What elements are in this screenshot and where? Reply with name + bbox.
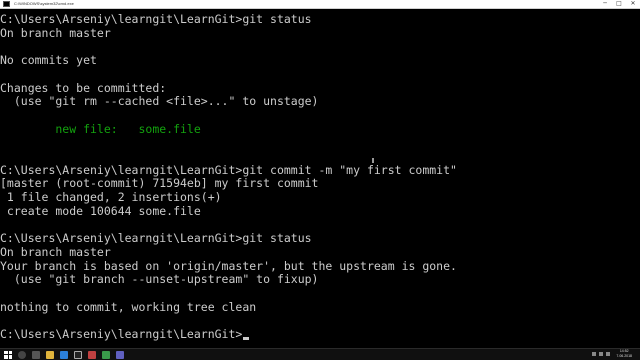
- console-line: On branch master: [0, 244, 111, 259]
- close-button[interactable]: ✕: [626, 0, 640, 8]
- console-line: Your branch is based on 'origin/master',…: [0, 258, 457, 273]
- console-line: C:\Users\Arseniy\learngit\LearnGit>: [0, 327, 250, 341]
- search-icon[interactable]: [18, 350, 26, 359]
- cmd-app-icon: [3, 1, 10, 7]
- taskbar-clock[interactable]: 14:52 7.06.2018: [616, 349, 632, 360]
- app-icon[interactable]: [102, 350, 110, 359]
- console-line: (use "git rm --cached <file>..." to unst…: [0, 94, 319, 109]
- console-output[interactable]: C:\Users\Arseniy\learngit\LearnGit>git s…: [0, 12, 640, 346]
- clock-date: 7.06.2018: [616, 354, 632, 358]
- text-cursor: [243, 337, 250, 341]
- window-titlebar[interactable]: C:\WINDOWS\system32\cmd.exe ─ □ ✕: [0, 0, 640, 9]
- console-line: new file: some.file: [0, 121, 201, 136]
- window-title: C:\WINDOWS\system32\cmd.exe: [14, 1, 74, 6]
- console-line: C:\Users\Arseniy\learngit\LearnGit>git s…: [0, 12, 312, 26]
- console-line: [master (root-commit) 71594eb] my first …: [0, 176, 319, 191]
- minimize-button[interactable]: ─: [598, 0, 612, 8]
- maximize-button[interactable]: □: [612, 0, 626, 8]
- console-line: On branch master: [0, 25, 111, 40]
- mouse-cursor-icon: [372, 158, 374, 163]
- network-icon[interactable]: [592, 352, 596, 356]
- console-line: C:\Users\Arseniy\learngit\LearnGit>git c…: [0, 162, 457, 177]
- app-icon[interactable]: [88, 350, 96, 359]
- app-icon[interactable]: [116, 350, 124, 359]
- console-line: No commits yet: [0, 53, 97, 68]
- browser-icon[interactable]: [60, 350, 68, 359]
- console-line: create mode 100644 some.file: [0, 203, 201, 218]
- console-line: nothing to commit, working tree clean: [0, 299, 257, 314]
- system-tray[interactable]: [592, 352, 610, 356]
- taskbar: 14:52 7.06.2018: [0, 348, 640, 360]
- window-controls: ─ □ ✕: [598, 0, 640, 8]
- console-line: 1 file changed, 2 insertions(+): [0, 190, 222, 205]
- language-icon[interactable]: [606, 352, 610, 356]
- console-line: Changes to be committed:: [0, 80, 167, 95]
- console-line: (use "git branch --unset-upstream" to fi…: [0, 272, 319, 287]
- start-icon[interactable]: [4, 350, 12, 359]
- task-view-icon[interactable]: [32, 350, 40, 359]
- volume-icon[interactable]: [599, 352, 603, 356]
- terminal-icon[interactable]: [74, 350, 82, 359]
- explorer-icon[interactable]: [46, 350, 54, 359]
- console-line: C:\Users\Arseniy\learngit\LearnGit>git s…: [0, 231, 312, 246]
